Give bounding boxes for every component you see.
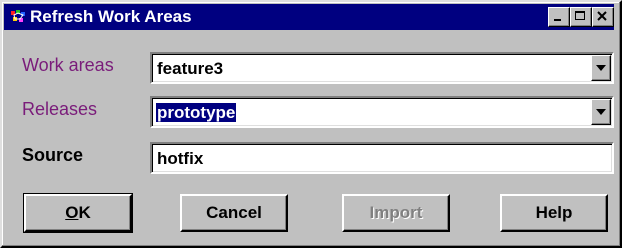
work-areas-dropdown[interactable]: feature3 [150, 52, 614, 84]
releases-value: prototype [156, 103, 237, 122]
source-label: Source [22, 145, 84, 165]
maximize-icon [575, 11, 585, 20]
refresh-work-areas-dialog: Refresh Work Areas Work areas feature3 R… [0, 0, 622, 248]
source-value: hotfix [157, 149, 204, 168]
app-icon [11, 10, 25, 22]
ok-button[interactable]: OK [23, 193, 133, 233]
help-button[interactable]: Help [500, 194, 608, 232]
chevron-down-icon [596, 65, 606, 71]
window-title: Refresh Work Areas [30, 7, 192, 26]
maximize-button[interactable] [570, 7, 592, 27]
chevron-down-icon [596, 109, 606, 115]
title-bar[interactable]: Refresh Work Areas [4, 4, 614, 30]
releases-dropdown-button[interactable] [591, 99, 611, 125]
cancel-button[interactable]: Cancel [180, 194, 288, 232]
minimize-button[interactable] [548, 7, 570, 27]
releases-dropdown[interactable]: prototype [150, 96, 614, 128]
work-areas-value: feature3 [157, 59, 224, 78]
releases-label: Releases [22, 99, 98, 119]
cancel-button-label: Cancel [206, 203, 262, 222]
import-button[interactable]: Import [342, 194, 450, 232]
minimize-icon [554, 19, 561, 21]
help-button-label: Help [535, 203, 573, 222]
work-areas-dropdown-button[interactable] [591, 55, 611, 81]
ok-button-label: OK [65, 203, 91, 222]
work-areas-label: Work areas [22, 55, 114, 75]
close-button[interactable] [592, 7, 614, 27]
import-button-label: Import [369, 203, 423, 222]
source-input[interactable]: hotfix [150, 142, 614, 174]
close-icon [597, 11, 607, 21]
